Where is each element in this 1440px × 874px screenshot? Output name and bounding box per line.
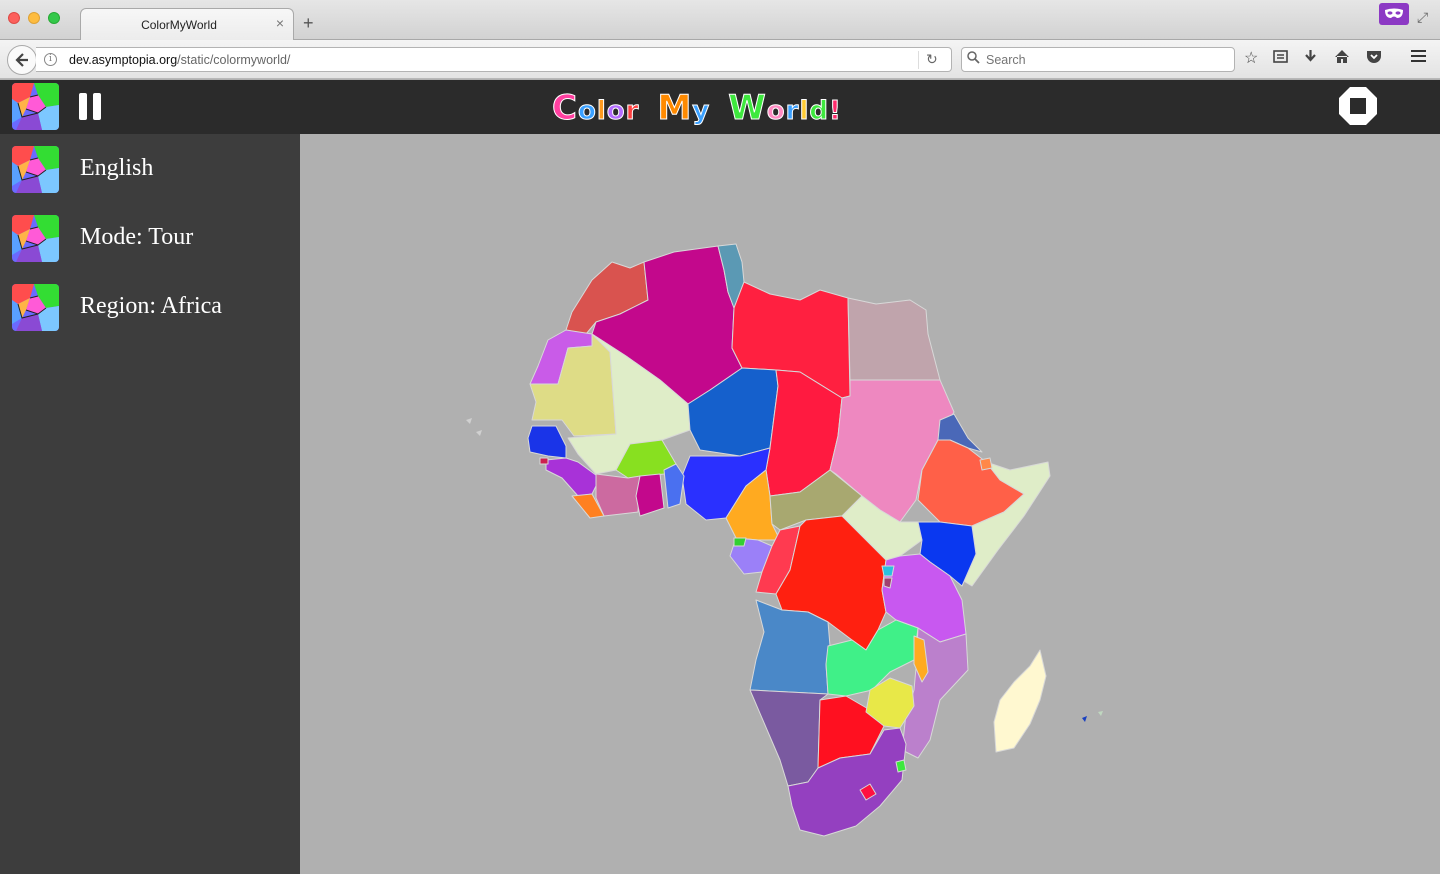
title-word: My: [657, 88, 711, 129]
window-minimize-button[interactable]: [28, 12, 40, 24]
tab-title: ColorMyWorld: [141, 18, 217, 32]
title-word: World!: [728, 88, 842, 129]
title-word: Color: [552, 88, 640, 129]
home-icon[interactable]: [1334, 49, 1350, 70]
sidebar-item-language[interactable]: English: [0, 146, 300, 206]
country-ivory-coast[interactable]: [595, 473, 641, 517]
map-thumbnail-icon: [12, 215, 59, 262]
country-togo-benin[interactable]: [663, 463, 685, 509]
new-tab-button[interactable]: +: [303, 14, 314, 32]
map-thumbnail-icon: [12, 284, 59, 331]
url-separator: [918, 51, 919, 69]
search-icon: [967, 51, 980, 67]
country-egypt[interactable]: [847, 297, 941, 381]
country-gambia[interactable]: [539, 457, 549, 465]
country-equatorial-guinea[interactable]: [733, 537, 747, 547]
fullscreen-icon[interactable]: ⤢: [1417, 9, 1428, 26]
app-logo-icon[interactable]: [12, 83, 59, 130]
mask-extension-icon[interactable]: [1379, 3, 1409, 25]
reading-list-icon[interactable]: [1273, 49, 1288, 70]
pocket-icon[interactable]: [1366, 49, 1382, 70]
info-icon[interactable]: i: [44, 53, 57, 66]
url-bar[interactable]: i dev.asymptopia.org/static/colormyworld…: [36, 47, 952, 72]
hamburger-menu-icon[interactable]: [1410, 49, 1427, 69]
country-mauritania[interactable]: [529, 333, 617, 437]
africa-map[interactable]: [300, 134, 1440, 874]
country-eswatini[interactable]: [895, 759, 907, 773]
country-rwanda[interactable]: [881, 565, 895, 577]
map-canvas[interactable]: [300, 134, 1440, 874]
browser-tabstrip: ColorMyWorld × + ⤢: [0, 0, 1440, 41]
app-title: Color My World!: [552, 88, 842, 129]
country-ghana[interactable]: [635, 473, 665, 517]
stop-button[interactable]: [1338, 86, 1378, 126]
sidebar-item-mode[interactable]: Mode: Tour: [0, 215, 300, 275]
country-burundi[interactable]: [883, 577, 893, 589]
mauritius-island: [1098, 711, 1103, 716]
search-bar[interactable]: [961, 47, 1235, 72]
browser-navbar: i dev.asymptopia.org/static/colormyworld…: [0, 40, 1440, 79]
sidebar-item-region[interactable]: Region: Africa: [0, 284, 300, 344]
window-zoom-button[interactable]: [48, 12, 60, 24]
country-djibouti[interactable]: [979, 457, 993, 471]
tab-close-icon[interactable]: ×: [276, 15, 284, 31]
search-input[interactable]: [986, 51, 1226, 68]
comoros-islands: [1082, 716, 1087, 722]
sidebar-item-label: Region: Africa: [80, 293, 222, 319]
bookmark-star-icon[interactable]: ☆: [1244, 49, 1258, 69]
stop-icon: [1339, 87, 1377, 125]
country-senegal[interactable]: [527, 425, 567, 459]
map-thumbnail-icon: [12, 146, 59, 193]
sidebar-item-label: English: [80, 155, 154, 181]
url-text[interactable]: dev.asymptopia.org/static/colormyworld/: [69, 53, 290, 67]
country-madagascar[interactable]: [993, 649, 1047, 753]
app-header: Color My World!: [0, 80, 1440, 134]
window-close-button[interactable]: [8, 12, 20, 24]
pause-icon-bar-right: [93, 93, 101, 120]
back-icon[interactable]: [7, 45, 37, 75]
pause-button[interactable]: [79, 93, 103, 120]
sidebar-menu: English Mode: Tour Region: Africa: [0, 134, 300, 874]
sidebar-item-label: Mode: Tour: [80, 224, 194, 250]
pause-icon-bar-left: [79, 93, 87, 120]
browser-tab[interactable]: ColorMyWorld ×: [80, 8, 294, 41]
reload-icon[interactable]: ↻: [926, 51, 938, 68]
cape-verde-islands: [466, 418, 482, 436]
download-icon[interactable]: [1303, 49, 1318, 70]
